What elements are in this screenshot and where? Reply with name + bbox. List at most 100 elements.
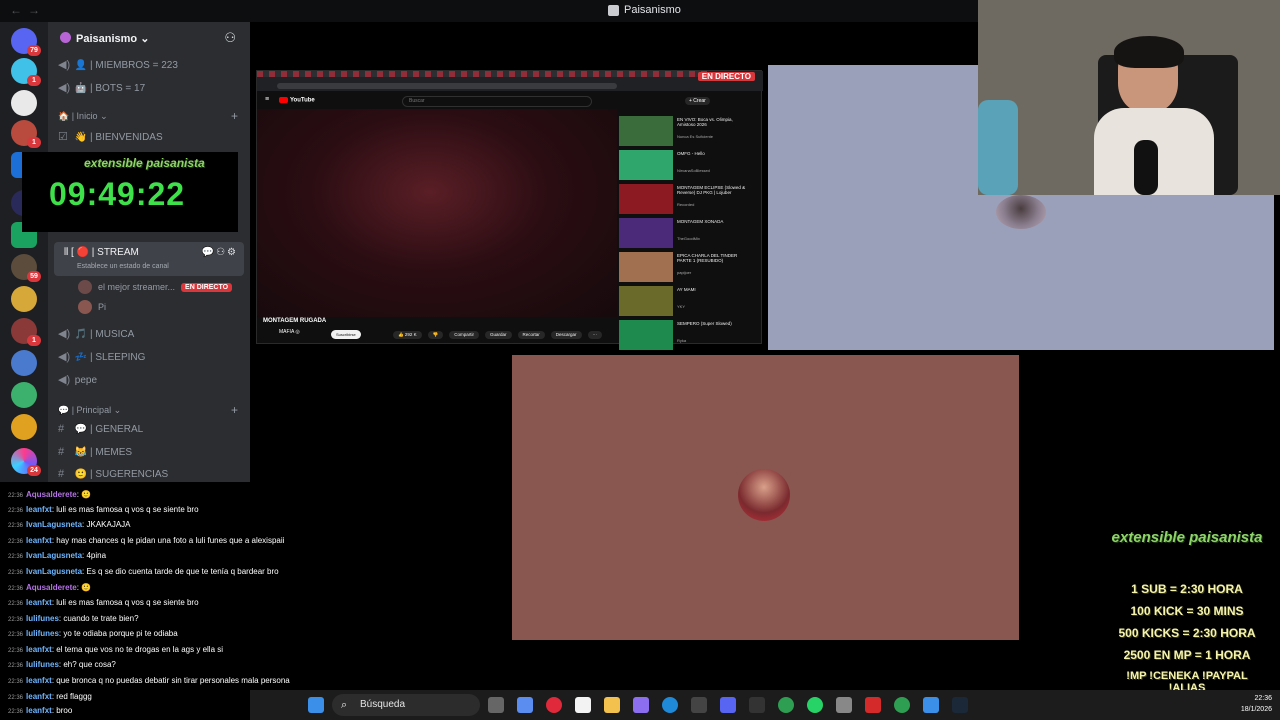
share-button[interactable]: Compartir: [449, 331, 479, 339]
video-thumbnail[interactable]: [619, 320, 673, 350]
add-channel-icon[interactable]: +: [231, 403, 238, 417]
chat-username[interactable]: lulifunes: [26, 660, 59, 669]
channel-members[interactable]: ◀) 👤 | MIEMBROS = 223: [58, 58, 178, 71]
save-button[interactable]: Guardar: [485, 331, 512, 339]
recommendation-card[interactable]: EPICA CHARLA DEL TINDER PARTE 1 (RESUBID…: [619, 252, 759, 282]
channel-name[interactable]: MAFIA ◎: [279, 329, 300, 335]
discord-icon[interactable]: [720, 697, 736, 713]
address-bar[interactable]: [277, 83, 617, 89]
video-thumbnail[interactable]: [619, 286, 673, 316]
dislike-button[interactable]: 👎: [427, 331, 444, 339]
like-button[interactable]: 👍 292 K: [393, 331, 422, 339]
server-icon[interactable]: 1: [11, 58, 41, 86]
channel-sugerencias[interactable]: # 🙂 | SUGERENCIAS: [58, 468, 168, 480]
channel-pepe[interactable]: ◀) pepe: [58, 373, 97, 386]
recommendation-card[interactable]: SEMPERO (Super Slowed) Ryka: [619, 320, 759, 350]
subscribe-button[interactable]: Suscribirse: [331, 330, 361, 339]
youtube-logo[interactable]: YouTube: [279, 97, 315, 104]
server-icon[interactable]: [11, 286, 37, 312]
recommendation-title[interactable]: EPICA CHARLA DEL TINDER PARTE 1 (RESUBID…: [677, 253, 751, 263]
download-button[interactable]: Descargar: [550, 331, 582, 339]
category-inicio[interactable]: 🏠 | Inicio ⌄: [58, 111, 108, 122]
recommendation-title[interactable]: OMFG - Hello: [677, 151, 751, 156]
chat-username[interactable]: IvanLagusneta: [26, 551, 82, 560]
task-view-icon[interactable]: [488, 697, 504, 713]
recommendation-card[interactable]: AY MAMI YKY: [619, 286, 759, 316]
recommendation-title[interactable]: MONTAGEM ECLIPSE (Slowed & Reverse) DJ P…: [677, 185, 751, 195]
copilot-icon[interactable]: [517, 697, 533, 713]
recommendation-title[interactable]: AY MAMI: [677, 287, 751, 292]
edge-icon[interactable]: [662, 697, 678, 713]
chat-username[interactable]: leanfxt: [26, 536, 52, 545]
invite-icon[interactable]: ⚇: [216, 247, 227, 258]
server-icon[interactable]: [11, 382, 37, 408]
clip-button[interactable]: Recortar: [517, 331, 545, 339]
chat-username[interactable]: lulifunes: [26, 614, 59, 623]
steam-icon[interactable]: [952, 697, 968, 713]
system-clock[interactable]: 22:36 18/1/2026: [1241, 693, 1272, 715]
channel-memes[interactable]: # 😹 | MEMES: [58, 446, 132, 458]
recommendation-card[interactable]: OMFG - Hello NirvanaSoBlessed: [619, 150, 759, 180]
server-icon[interactable]: 24: [11, 448, 41, 476]
file-explorer-icon[interactable]: [604, 697, 620, 713]
recommendation-title[interactable]: EN VIVO: Boca vs. Olimpia, Amistoso 2026: [677, 117, 751, 127]
browser-tabs[interactable]: [257, 71, 707, 77]
app-icon[interactable]: [691, 697, 707, 713]
screen-share-tile[interactable]: EN DIRECTO ≡ YouTube Buscar + Crear MONT…: [256, 70, 763, 350]
server-icon[interactable]: [11, 414, 37, 440]
taskbar-search[interactable]: ⌕ Búsqueda: [332, 694, 480, 716]
category-principal[interactable]: 💬 | Principal ⌄: [58, 405, 121, 416]
channel-actions[interactable]: 💬⚇⚙: [202, 247, 238, 258]
video-thumbnail[interactable]: [619, 184, 673, 214]
video-thumbnail[interactable]: [619, 252, 673, 282]
channel-musica[interactable]: ◀) 🎵 | MUSICA: [58, 327, 134, 340]
channel-bienvenidas[interactable]: ☑ 👋 | BIENVENIDAS: [58, 130, 163, 143]
opera-icon[interactable]: [546, 697, 562, 713]
channel-sleeping[interactable]: ◀) 💤 | SLEEPING: [58, 350, 145, 363]
menu-icon[interactable]: ≡: [265, 96, 269, 103]
chat-username[interactable]: leanfxt: [26, 505, 52, 514]
recommendation-card[interactable]: MONTAGEM ECLIPSE (Slowed & Reverse) DJ P…: [619, 184, 759, 214]
chat-username[interactable]: IvanLagusneta: [26, 567, 82, 576]
back-arrow-icon[interactable]: ←: [10, 3, 22, 17]
server-icon[interactable]: [11, 350, 37, 376]
chrome-icon[interactable]: [894, 697, 910, 713]
app-icon[interactable]: [865, 697, 881, 713]
recommendation-title[interactable]: SEMPERO (Super Slowed): [677, 321, 751, 326]
participant-tile[interactable]: [512, 355, 1019, 640]
create-button[interactable]: + Crear: [685, 97, 710, 105]
chat-username[interactable]: leanfxt: [26, 598, 52, 607]
forward-arrow-icon[interactable]: →: [28, 3, 40, 17]
server-icon[interactable]: 1: [11, 120, 41, 148]
chrome-icon[interactable]: [778, 697, 794, 713]
terminal-icon[interactable]: [749, 697, 765, 713]
add-user-icon[interactable]: ⚇: [224, 30, 236, 46]
server-header[interactable]: Paisanismo ⌄ ⚇: [48, 22, 250, 54]
chat-username[interactable]: Aqusalderete: [26, 583, 77, 592]
video-thumbnail[interactable]: [619, 218, 673, 248]
settings-icon[interactable]: [836, 697, 852, 713]
chat-username[interactable]: leanfxt: [26, 692, 52, 701]
search-input[interactable]: Buscar: [402, 96, 592, 107]
chat-username[interactable]: leanfxt: [26, 645, 52, 654]
server-icon[interactable]: [11, 90, 37, 116]
channel-general[interactable]: # 💬 | GENERAL: [58, 423, 143, 435]
server-icon[interactable]: 59: [11, 254, 41, 282]
voice-member[interactable]: Pi: [78, 300, 106, 314]
start-icon[interactable]: [308, 697, 324, 713]
chat-icon[interactable]: 💬: [202, 247, 216, 258]
server-icon[interactable]: 1: [11, 318, 41, 346]
server-home-icon[interactable]: 79: [11, 28, 41, 56]
channel-status[interactable]: Establece un estado de canal: [77, 263, 169, 270]
chat-username[interactable]: Aqusalderete: [26, 490, 77, 499]
pen-icon[interactable]: [633, 697, 649, 713]
more-button[interactable]: ···: [587, 331, 603, 339]
video-thumbnail[interactable]: [619, 116, 673, 146]
chat-username[interactable]: leanfxt: [26, 706, 52, 715]
channel-stream[interactable]: ⫴ [ 🔴 | STREAM Establece un estado de ca…: [54, 242, 244, 276]
channel-bots[interactable]: ◀) 🤖 | BOTS = 17: [58, 81, 145, 94]
recommendation-title[interactable]: MONTAGEM XONADA: [677, 219, 751, 224]
store-icon[interactable]: [575, 697, 591, 713]
chat-username[interactable]: IvanLagusneta: [26, 520, 82, 529]
video-thumbnail[interactable]: [619, 150, 673, 180]
